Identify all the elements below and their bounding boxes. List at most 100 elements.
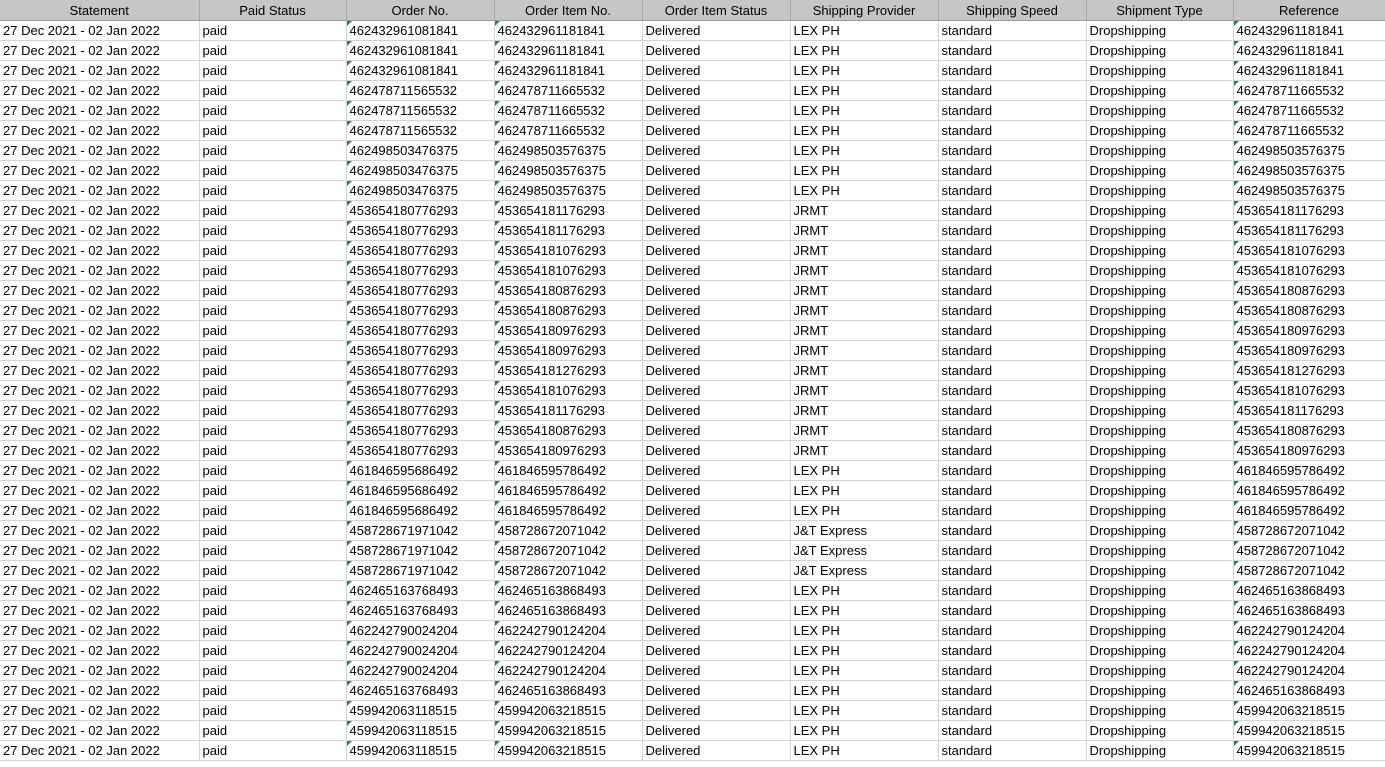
shipping-provider-cell[interactable]: LEX PH [790, 80, 939, 101]
shipping-provider-cell[interactable]: JRMT [790, 440, 939, 461]
paid-status-cell[interactable]: paid [199, 60, 347, 81]
order-item-status-cell[interactable]: Delivered [642, 500, 791, 521]
paid-status-cell[interactable]: paid [199, 520, 347, 541]
paid-status-cell[interactable]: paid [199, 360, 347, 381]
statement-cell[interactable]: 27 Dec 2021 - 02 Jan 2022 [0, 280, 200, 301]
statement-cell[interactable]: 27 Dec 2021 - 02 Jan 2022 [0, 220, 200, 241]
reference-cell[interactable]: 461846595786492 [1233, 460, 1385, 481]
order-item-status-cell[interactable]: Delivered [642, 540, 791, 561]
order-item-status-cell[interactable]: Delivered [642, 340, 791, 361]
order-item-no-cell[interactable]: 458728672071042 [494, 540, 643, 561]
reference-cell[interactable]: 453654180976293 [1233, 440, 1385, 461]
column-header-order-no[interactable]: Order No. [346, 0, 495, 21]
shipping-speed-cell[interactable]: standard [938, 500, 1087, 521]
shipment-type-cell[interactable]: Dropshipping [1086, 720, 1234, 741]
order-item-status-cell[interactable]: Delivered [642, 40, 791, 61]
shipping-provider-cell[interactable]: JRMT [790, 400, 939, 421]
shipping-provider-cell[interactable]: LEX PH [790, 640, 939, 661]
order-item-no-cell[interactable]: 459942063218515 [494, 740, 643, 761]
shipment-type-cell[interactable]: Dropshipping [1086, 300, 1234, 321]
column-header-order-item-status[interactable]: Order Item Status [642, 0, 791, 21]
shipping-provider-cell[interactable]: LEX PH [790, 100, 939, 121]
column-header-shipment-type[interactable]: Shipment Type [1086, 0, 1234, 21]
statement-cell[interactable]: 27 Dec 2021 - 02 Jan 2022 [0, 360, 200, 381]
statement-cell[interactable]: 27 Dec 2021 - 02 Jan 2022 [0, 500, 200, 521]
shipping-speed-cell[interactable]: standard [938, 420, 1087, 441]
reference-cell[interactable]: 462242790124204 [1233, 620, 1385, 641]
order-no-cell[interactable]: 462432961081841 [346, 20, 495, 41]
statement-cell[interactable]: 27 Dec 2021 - 02 Jan 2022 [0, 660, 200, 681]
paid-status-cell[interactable]: paid [199, 400, 347, 421]
order-no-cell[interactable]: 462465163768493 [346, 580, 495, 601]
shipping-provider-cell[interactable]: JRMT [790, 420, 939, 441]
order-item-status-cell[interactable]: Delivered [642, 380, 791, 401]
order-item-status-cell[interactable]: Delivered [642, 260, 791, 281]
shipping-provider-cell[interactable]: JRMT [790, 240, 939, 261]
order-item-no-cell[interactable]: 461846595786492 [494, 500, 643, 521]
paid-status-cell[interactable]: paid [199, 460, 347, 481]
shipment-type-cell[interactable]: Dropshipping [1086, 80, 1234, 101]
shipment-type-cell[interactable]: Dropshipping [1086, 200, 1234, 221]
paid-status-cell[interactable]: paid [199, 500, 347, 521]
shipping-provider-cell[interactable]: JRMT [790, 380, 939, 401]
order-item-no-cell[interactable]: 462478711665532 [494, 100, 643, 121]
statement-cell[interactable]: 27 Dec 2021 - 02 Jan 2022 [0, 20, 200, 41]
order-no-cell[interactable]: 462465163768493 [346, 680, 495, 701]
shipping-speed-cell[interactable]: standard [938, 480, 1087, 501]
reference-cell[interactable]: 462478711665532 [1233, 120, 1385, 141]
order-item-no-cell[interactable]: 462498503576375 [494, 140, 643, 161]
order-item-no-cell[interactable]: 462498503576375 [494, 180, 643, 201]
reference-cell[interactable]: 453654180976293 [1233, 340, 1385, 361]
column-header-shipping-speed[interactable]: Shipping Speed [938, 0, 1087, 21]
paid-status-cell[interactable]: paid [199, 40, 347, 61]
order-item-status-cell[interactable]: Delivered [642, 60, 791, 81]
order-item-status-cell[interactable]: Delivered [642, 680, 791, 701]
reference-cell[interactable]: 462498503576375 [1233, 180, 1385, 201]
shipment-type-cell[interactable]: Dropshipping [1086, 120, 1234, 141]
order-item-no-cell[interactable]: 453654181176293 [494, 220, 643, 241]
order-no-cell[interactable]: 461846595686492 [346, 480, 495, 501]
paid-status-cell[interactable]: paid [199, 680, 347, 701]
statement-cell[interactable]: 27 Dec 2021 - 02 Jan 2022 [0, 240, 200, 261]
shipment-type-cell[interactable]: Dropshipping [1086, 220, 1234, 241]
reference-cell[interactable]: 453654181076293 [1233, 240, 1385, 261]
order-item-status-cell[interactable]: Delivered [642, 420, 791, 441]
shipment-type-cell[interactable]: Dropshipping [1086, 540, 1234, 561]
shipping-provider-cell[interactable]: LEX PH [790, 60, 939, 81]
reference-cell[interactable]: 462465163868493 [1233, 600, 1385, 621]
shipment-type-cell[interactable]: Dropshipping [1086, 280, 1234, 301]
order-no-cell[interactable]: 453654180776293 [346, 200, 495, 221]
statement-cell[interactable]: 27 Dec 2021 - 02 Jan 2022 [0, 160, 200, 181]
reference-cell[interactable]: 458728672071042 [1233, 560, 1385, 581]
shipping-provider-cell[interactable]: LEX PH [790, 480, 939, 501]
order-item-status-cell[interactable]: Delivered [642, 700, 791, 721]
shipping-speed-cell[interactable]: standard [938, 440, 1087, 461]
shipping-speed-cell[interactable]: standard [938, 320, 1087, 341]
shipping-provider-cell[interactable]: LEX PH [790, 580, 939, 601]
shipping-speed-cell[interactable]: standard [938, 160, 1087, 181]
order-item-no-cell[interactable]: 453654181176293 [494, 400, 643, 421]
paid-status-cell[interactable]: paid [199, 200, 347, 221]
shipment-type-cell[interactable]: Dropshipping [1086, 440, 1234, 461]
reference-cell[interactable]: 462432961181841 [1233, 60, 1385, 81]
paid-status-cell[interactable]: paid [199, 480, 347, 501]
order-item-status-cell[interactable]: Delivered [642, 180, 791, 201]
reference-cell[interactable]: 462465163868493 [1233, 580, 1385, 601]
paid-status-cell[interactable]: paid [199, 740, 347, 761]
statement-cell[interactable]: 27 Dec 2021 - 02 Jan 2022 [0, 540, 200, 561]
statement-cell[interactable]: 27 Dec 2021 - 02 Jan 2022 [0, 700, 200, 721]
shipping-provider-cell[interactable]: LEX PH [790, 20, 939, 41]
paid-status-cell[interactable]: paid [199, 340, 347, 361]
order-no-cell[interactable]: 453654180776293 [346, 240, 495, 261]
order-no-cell[interactable]: 453654180776293 [346, 300, 495, 321]
shipping-speed-cell[interactable]: standard [938, 600, 1087, 621]
order-no-cell[interactable]: 462242790024204 [346, 620, 495, 641]
statement-cell[interactable]: 27 Dec 2021 - 02 Jan 2022 [0, 200, 200, 221]
statement-cell[interactable]: 27 Dec 2021 - 02 Jan 2022 [0, 60, 200, 81]
shipping-provider-cell[interactable]: LEX PH [790, 180, 939, 201]
shipment-type-cell[interactable]: Dropshipping [1086, 480, 1234, 501]
order-item-no-cell[interactable]: 458728672071042 [494, 560, 643, 581]
paid-status-cell[interactable]: paid [199, 80, 347, 101]
shipment-type-cell[interactable]: Dropshipping [1086, 400, 1234, 421]
reference-cell[interactable]: 462242790124204 [1233, 660, 1385, 681]
